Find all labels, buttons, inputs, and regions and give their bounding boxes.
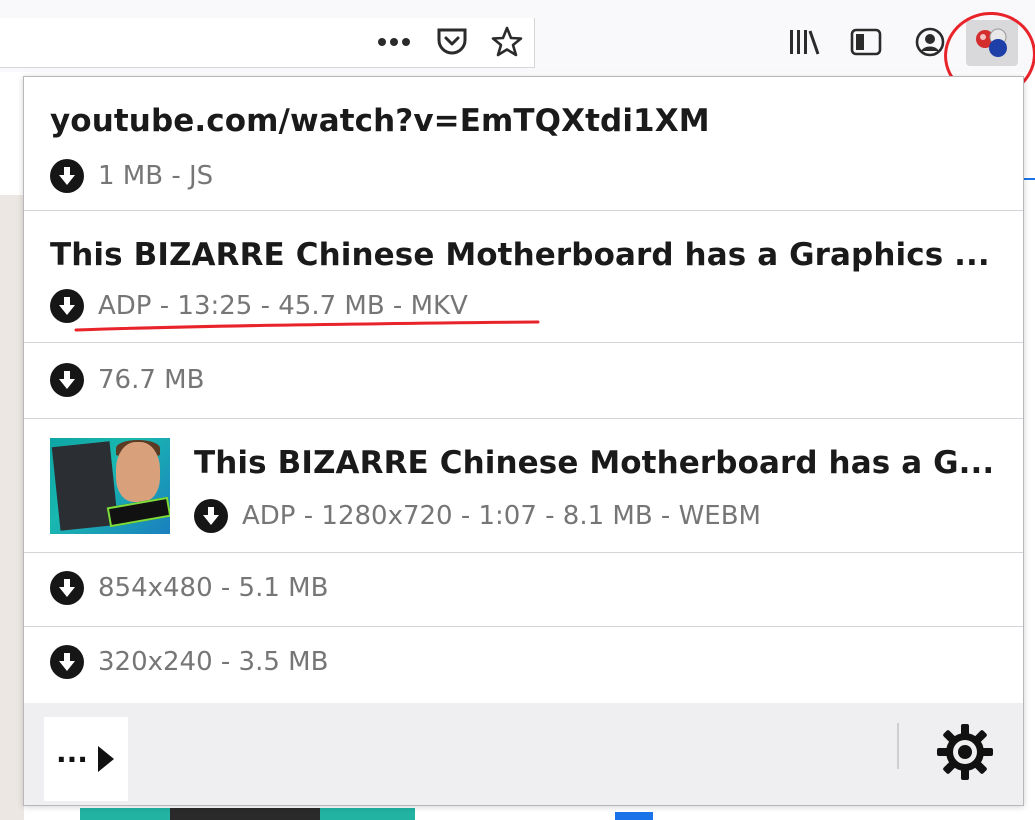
background-page-icon [615,812,653,820]
settings-gear-icon[interactable] [934,721,996,783]
download-icon [194,499,228,533]
download-icon [50,159,84,193]
media-title: This BIZARRE Chinese Motherboard has a G… [194,445,995,481]
media-details: 76.7 MB [50,363,204,397]
background-page-image-dark [170,808,320,820]
media-entry[interactable]: 320x240 - 3.5 MB [24,627,1023,703]
more-options-label: ... [56,736,88,769]
media-entry[interactable]: youtube.com/watch?v=EmTQXtdi1XM 1 MB - J… [24,77,1023,211]
more-options-button[interactable]: ... [44,717,128,801]
media-entry[interactable]: 854x480 - 5.1 MB [24,553,1023,627]
play-arrow-icon [97,746,114,772]
media-title: This BIZARRE Chinese Motherboard has a G… [50,237,990,273]
browser-toolbar [0,0,1035,104]
download-icon [50,645,84,679]
media-info: 76.7 MB [98,365,205,395]
bookmark-star-icon[interactable] [487,22,527,62]
popup-footer: ... [24,703,1023,805]
footer-separator [897,723,899,769]
media-info: ADP - 1280x720 - 1:07 - 8.1 MB - WEBM [242,501,761,531]
video-thumbnail [50,438,170,534]
sidebar-icon[interactable] [846,24,886,60]
media-details: 854x480 - 5.1 MB [50,571,328,605]
media-details: 1 MB - JS [50,159,213,193]
media-info: 1 MB - JS [98,161,214,191]
annotation-red-underline [74,320,540,332]
media-info: 854x480 - 5.1 MB [98,573,329,603]
media-entry[interactable]: This BIZARRE Chinese Motherboard has a G… [24,419,1023,553]
library-icon[interactable] [784,24,824,60]
media-details: 320x240 - 3.5 MB [50,645,328,679]
background-page-left [0,195,24,820]
media-details: ADP - 1280x720 - 1:07 - 8.1 MB - WEBM [194,499,761,533]
more-actions-icon[interactable] [374,27,414,57]
download-icon [50,363,84,397]
media-entry[interactable]: 76.7 MB [24,343,1023,419]
pocket-icon[interactable] [432,24,472,60]
download-icon [50,571,84,605]
media-title: youtube.com/watch?v=EmTQXtdi1XM [50,103,710,139]
media-info: 320x240 - 3.5 MB [98,647,329,677]
downloadhelper-popup: youtube.com/watch?v=EmTQXtdi1XM 1 MB - J… [23,76,1024,806]
background-page-link-line [1024,178,1035,180]
